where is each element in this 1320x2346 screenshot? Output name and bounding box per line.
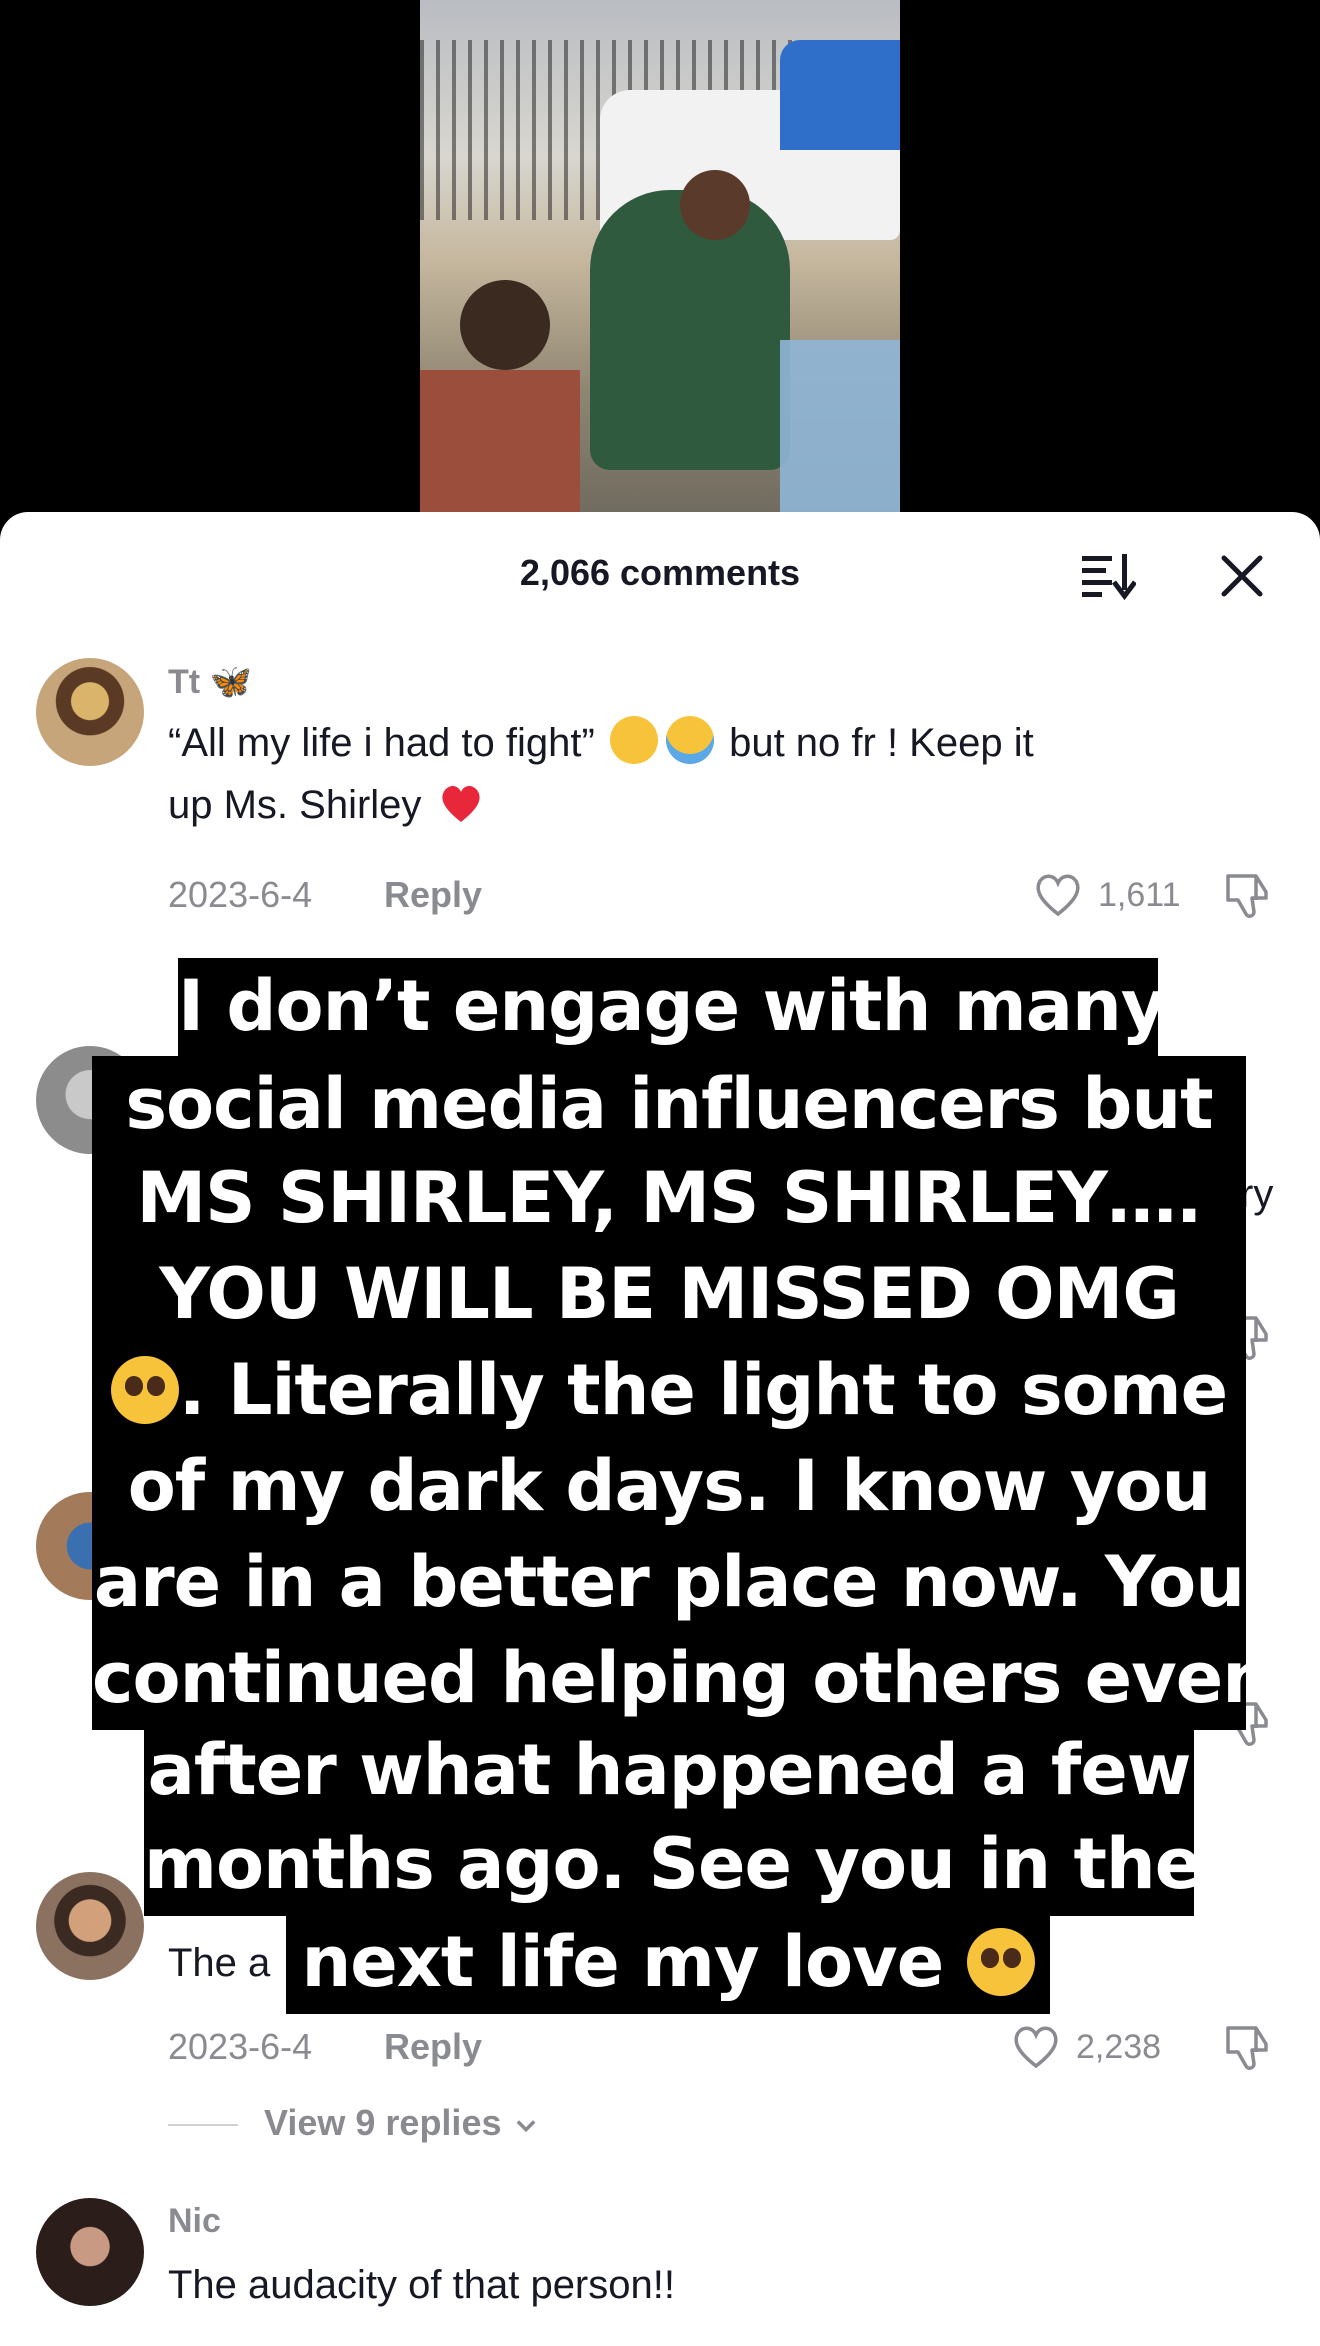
thumbs-down-icon[interactable] (1222, 2022, 1274, 2074)
heart-icon[interactable] (1032, 870, 1084, 918)
avatar[interactable] (36, 1872, 144, 1980)
comments-header: 2,066 comments (0, 512, 1320, 632)
view-replies-button[interactable]: View 9 replies (168, 2102, 540, 2144)
thumbs-down-icon[interactable] (1222, 1312, 1274, 1364)
like-count: 2,238 (1076, 2028, 1162, 2066)
comment-date: 2023-6-4 (168, 2026, 313, 2067)
avatar[interactable] (36, 2198, 144, 2306)
chevron-down-icon (516, 2120, 535, 2133)
thumbs-down-icon[interactable] (1222, 1698, 1274, 1750)
comment-username[interactable]: Tt 🦋 (168, 662, 252, 702)
comment-username[interactable]: Nic (168, 2202, 221, 2241)
person-head (680, 170, 750, 240)
view-replies-label: View 9 replies (264, 2102, 502, 2143)
comment-text-part: but no fr ! Keep it (729, 721, 1034, 765)
comment-text-part: “All my life i had to fight” (168, 721, 595, 765)
comment-text: The a (168, 1941, 271, 1985)
thumbs-down-icon[interactable] (1222, 870, 1274, 922)
video-preview[interactable] (420, 0, 900, 520)
avatar[interactable] (36, 658, 144, 766)
comment-text: “All my life i had to fight” but no fr !… (168, 712, 1248, 836)
red-heart-emoji (441, 785, 480, 822)
comment-date: 2023-6-4 (168, 874, 313, 915)
sort-icon[interactable] (1080, 550, 1136, 600)
close-icon[interactable] (1214, 548, 1270, 604)
heart-icon[interactable] (1010, 2022, 1062, 2070)
rolling-laughing-emoji (609, 716, 658, 764)
snack-table (420, 370, 580, 520)
avatar[interactable] (36, 1046, 144, 1154)
reply-button[interactable]: Reply (384, 874, 482, 916)
water-bottles (780, 340, 900, 520)
reply-button[interactable]: Reply (384, 2026, 482, 2068)
crying-emoji (665, 716, 714, 764)
comment-text: The audacity of that person!! (168, 2263, 675, 2307)
person-seated (460, 280, 550, 370)
avatar[interactable] (36, 1492, 144, 1600)
canopy (780, 40, 900, 150)
person-standing (590, 190, 790, 470)
like-count: 1,611 (1098, 876, 1181, 914)
partial-comment-text: ry (1240, 1172, 1274, 1216)
comment-text-part: up Ms. Shirley (168, 783, 422, 827)
comments-sheet: 2,066 comments Tt 🦋 “All my life i had t… (0, 512, 1320, 2346)
